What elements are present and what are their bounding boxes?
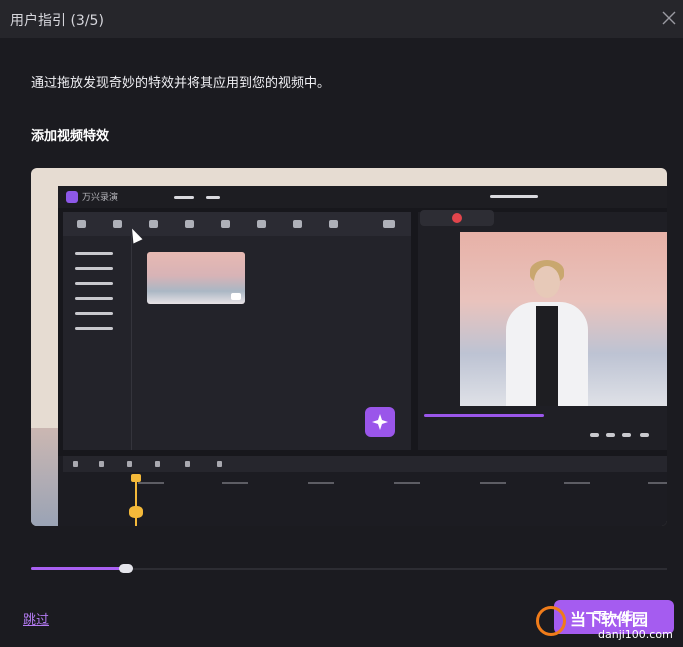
timeline-tick	[308, 482, 334, 484]
playhead-marker-icon	[131, 474, 141, 482]
playhead-handle-icon	[129, 506, 143, 518]
preview-menu-bar	[490, 195, 538, 198]
record-dot-icon	[452, 213, 462, 223]
preview-player	[418, 210, 667, 450]
preview-side-item	[75, 252, 113, 255]
dialog-title: 用户指引 (3/5)	[10, 13, 104, 29]
preview-player-control	[640, 433, 649, 437]
mic-icon	[217, 461, 222, 467]
timeline-tick	[222, 482, 248, 484]
section-heading: 添加视频特效	[31, 129, 110, 144]
watermark-url: danji100.com	[598, 628, 673, 641]
preview-menu-bar	[206, 196, 220, 199]
preview-side-item	[75, 267, 113, 270]
template-icon	[221, 220, 230, 228]
presenter-head	[534, 266, 560, 298]
delete-icon	[185, 461, 190, 467]
preview-app-header: 万兴录演	[58, 186, 667, 208]
preview-backdrop	[31, 428, 58, 526]
close-icon[interactable]	[659, 8, 679, 28]
preview-app-window: 万兴录演	[58, 186, 667, 526]
storage-icon	[383, 220, 395, 228]
preview-timeline-toolbar	[63, 456, 667, 472]
sparkle-icon	[113, 220, 122, 228]
preview-video-frame	[460, 232, 667, 406]
sticker-icon	[257, 220, 266, 228]
preview-player-control	[622, 433, 631, 437]
timeline-tick	[480, 482, 506, 484]
skip-link[interactable]: 跳过	[23, 609, 49, 628]
title-bar: 用户指引 (3/5)	[0, 0, 683, 38]
redo-icon	[99, 461, 104, 467]
preview-side-list	[63, 236, 132, 450]
sparkle-icon	[372, 414, 388, 430]
split-icon	[127, 461, 132, 467]
preview-effect-icon	[365, 407, 395, 437]
preview-side-item	[75, 327, 113, 330]
crop-icon	[155, 461, 160, 467]
app-logo-icon	[66, 191, 78, 203]
undo-icon	[73, 461, 78, 467]
transition-icon	[149, 220, 158, 228]
step-progress-fill	[31, 567, 124, 570]
layers-icon	[77, 220, 86, 228]
preview-player-progress	[424, 414, 544, 417]
preview-app-name: 万兴录演	[82, 193, 119, 203]
timeline-tick	[394, 482, 420, 484]
watermark-logo-icon	[536, 606, 566, 636]
preview-media-panel	[63, 212, 411, 450]
camera-icon	[293, 220, 302, 228]
video-badge-icon	[231, 293, 241, 300]
guide-description: 通过拖放发现奇妙的特效并将其应用到您的视频中。	[31, 76, 331, 91]
preview-side-item	[75, 297, 113, 300]
preview-timeline	[58, 456, 667, 526]
preview-player-control	[590, 433, 599, 437]
music-icon	[329, 220, 338, 228]
step-progress-knob	[119, 564, 134, 573]
caption-icon	[185, 220, 194, 228]
preview-record-button	[420, 210, 494, 226]
preview-player-control	[606, 433, 615, 437]
preview-side-item	[75, 282, 113, 285]
guide-preview-image: 万兴录演	[31, 168, 667, 526]
timeline-tick	[648, 482, 667, 484]
preview-media-thumbnail	[147, 252, 245, 304]
preview-menu-bar	[174, 196, 194, 199]
preview-side-item	[75, 312, 113, 315]
timeline-tick	[564, 482, 590, 484]
preview-media-toolbar	[63, 212, 411, 236]
presenter-shirt	[536, 306, 558, 406]
watermark-text: 当下软件园	[570, 610, 648, 629]
timeline-tick	[138, 482, 164, 484]
